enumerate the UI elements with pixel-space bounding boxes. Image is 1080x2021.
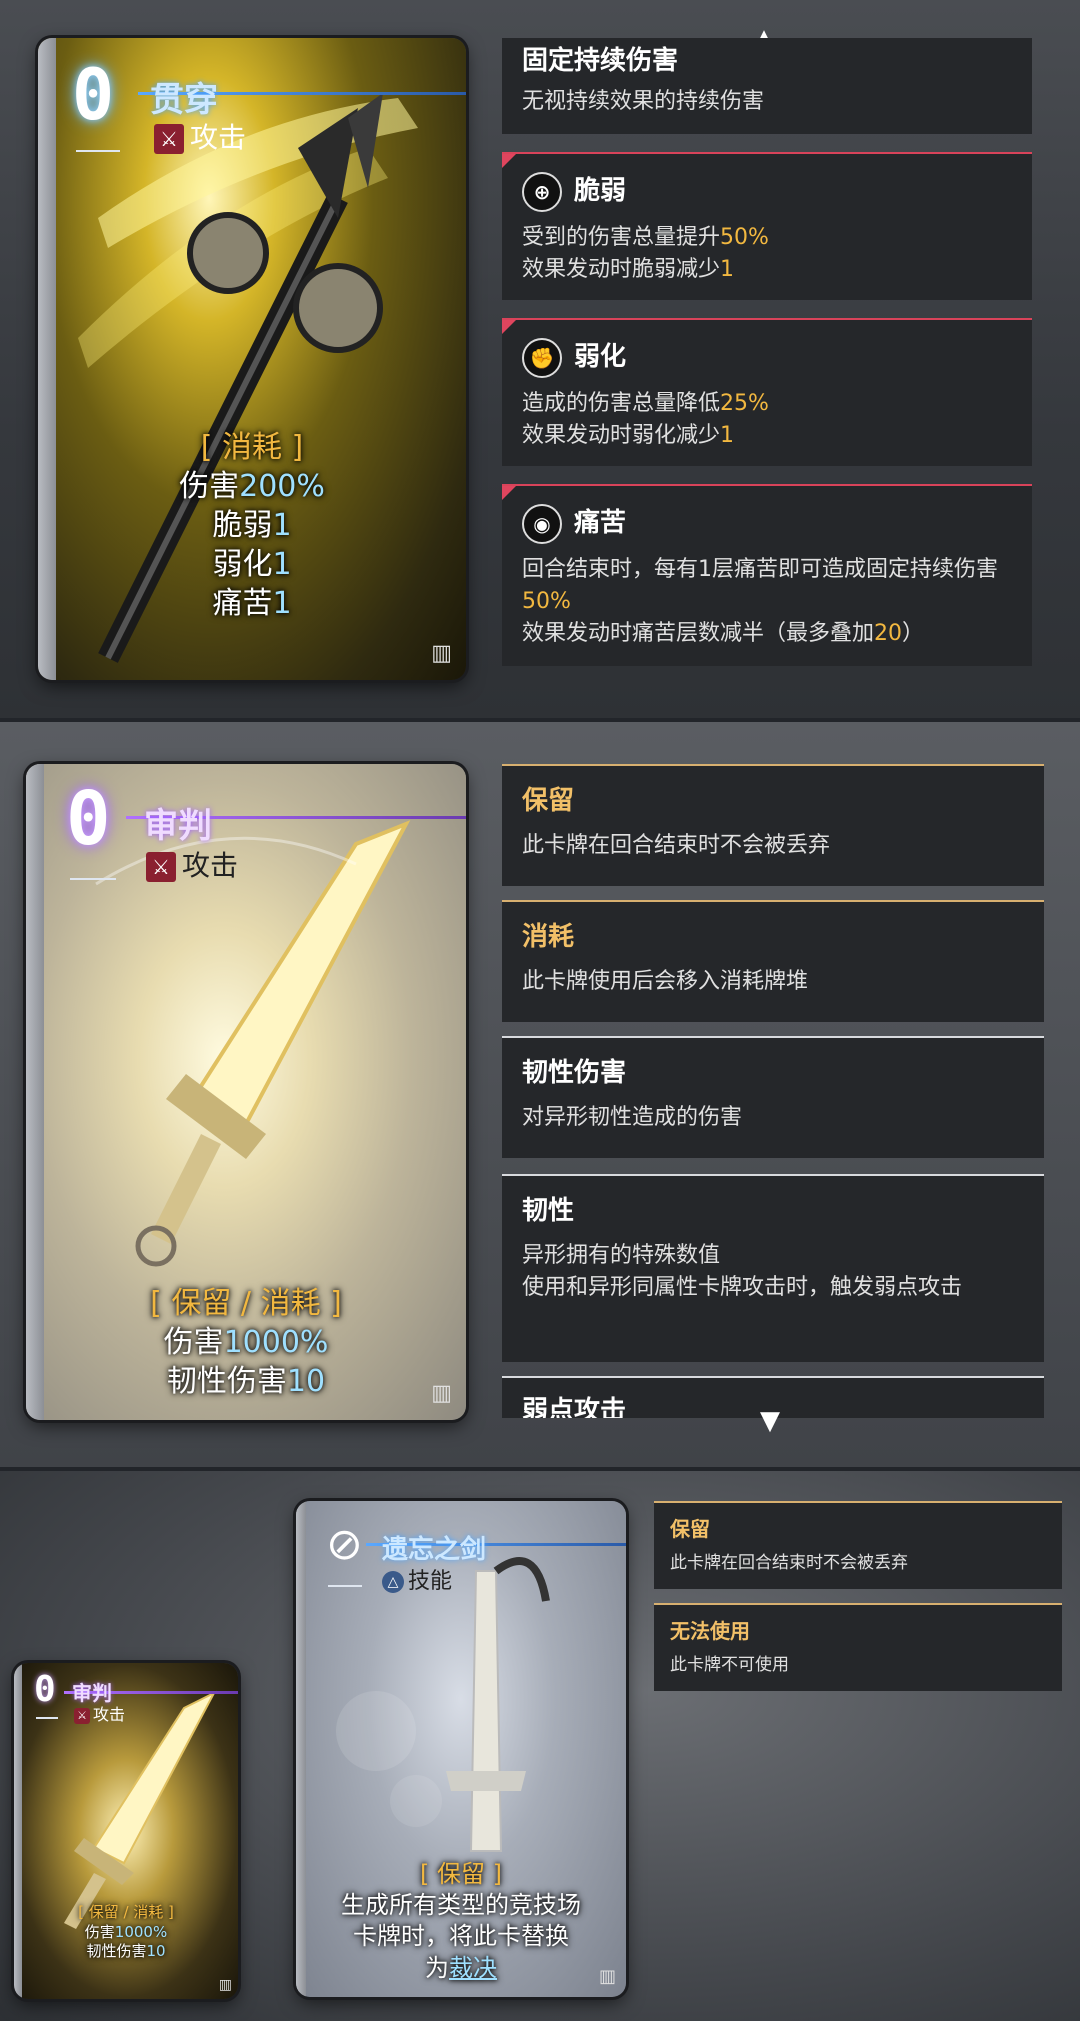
card-type: ⚔ 攻击 <box>74 1701 125 1725</box>
keyword-title: ⊕ 脆弱 <box>522 170 626 212</box>
keyword-fixed-dot: 固定持续伤害 无视持续效果的持续伤害 <box>502 38 1032 134</box>
card-type: △ 技能 <box>382 1563 452 1595</box>
colosseum-icon: ▥ <box>218 1977 232 1993</box>
keyword-desc: 此卡牌不可使用 <box>670 1655 789 1675</box>
keyword-desc: 无视持续效果的持续伤害 <box>522 89 765 114</box>
card-tag: [ 保留 / 消耗 ] <box>78 1903 174 1921</box>
card-cost: 0 <box>66 776 111 862</box>
card-type: ⚔ 攻击 <box>146 844 238 884</box>
card-text: [ 保留 / 消耗 ] 伤害1000% 韧性伤害10 <box>26 1284 466 1401</box>
keyword-title: 保留 <box>670 1517 710 1541</box>
cost-underline <box>70 878 116 880</box>
card-type-label: 攻击 <box>182 849 239 882</box>
card-line-3: 为裁决 <box>425 1953 497 1982</box>
card-text: [ 保留 / 消耗 ] 伤害1000% 韧性伤害10 <box>14 1903 238 1962</box>
card-line-weaken: 弱化1 <box>212 547 292 582</box>
keyword-title: 消耗 <box>522 922 575 952</box>
keyword-desc: 造成的伤害总量降低25% 效果发动时弱化减少1 <box>522 391 769 448</box>
card-line-1: 生成所有类型的竞技场 <box>341 1891 581 1920</box>
keyword-title: ◉ 痛苦 <box>522 502 626 544</box>
keyword-unplayable: 无法使用 此卡牌不可使用 <box>654 1603 1062 1691</box>
card-tag: [ 保留 / 消耗 ] <box>150 1286 342 1321</box>
keyword-retain: 保留 此卡牌在回合结束时不会被丢弃 <box>654 1501 1062 1589</box>
colosseum-icon: ▥ <box>598 1966 616 1987</box>
keyword-fragile: ⊕ 脆弱 受到的伤害总量提升50% 效果发动时脆弱减少1 <box>502 152 1032 300</box>
red-corner-marker <box>502 486 516 500</box>
card-line-damage: 伤害200% <box>179 469 325 504</box>
fist-icon: ✊ <box>522 337 562 378</box>
keyword-retain: 保留 此卡牌在回合结束时不会被丢弃 <box>502 764 1044 886</box>
section-judgment: 0 审判 ⚔ 攻击 [ 保留 / 消耗 ] 伤害1000% 韧性伤害10 ▥ 保留… <box>0 722 1080 1467</box>
card-text: [ 消耗 ] 伤害200% 脆弱1 弱化1 痛苦1 <box>38 428 466 623</box>
keyword-pain: ◉ 痛苦 回合结束时，每有1层痛苦即可造成固定持续伤害50% 效果发动时痛苦层数减… <box>502 484 1032 666</box>
keyword-desc: 对异形韧性造成的伤害 <box>522 1105 743 1130</box>
card-tag: [ 保留 ] <box>420 1860 502 1888</box>
colosseum-icon: ▥ <box>431 641 452 666</box>
card-line-damage: 伤害1000% <box>84 1922 168 1941</box>
keyword-title: 韧性伤害 <box>522 1058 627 1088</box>
keyword-desc: 异形拥有的特殊数值 使用和异形同属性卡牌攻击时，触发弱点攻击 <box>522 1243 963 1300</box>
card-name: 审判 <box>144 806 212 846</box>
card-forgotten-sword[interactable]: ⊘ 遗忘之剑 △ 技能 [ 保留 ] 生成所有类型的竞技场 卡牌时，将此卡替换 为… <box>296 1501 626 1997</box>
keyword-title: 韧性 <box>522 1196 575 1226</box>
card-type: ⚔ 攻击 <box>154 116 246 156</box>
keyword-exhaust: 消耗 此卡牌使用后会移入消耗牌堆 <box>502 900 1044 1022</box>
card-text: [ 保留 ] 生成所有类型的竞技场 卡牌时，将此卡替换 为裁决 <box>296 1859 626 1984</box>
attack-icon: ⚔ <box>146 852 176 882</box>
cost-underline <box>328 1585 362 1587</box>
keyword-desc: 此卡牌在回合结束时不会被丢弃 <box>670 1553 908 1573</box>
keyword-toughness-damage: 韧性伤害 对异形韧性造成的伤害 <box>502 1036 1044 1158</box>
keyword-title: 弱点攻击 <box>522 1396 627 1418</box>
card-type-label: 攻击 <box>93 1705 126 1724</box>
keyword-title: 固定持续伤害 <box>522 46 679 76</box>
section-forgotten-sword: 0 审判 ⚔ 攻击 [ 保留 / 消耗 ] 伤害1000% 韧性伤害10 ▥ ⊘ … <box>0 1471 1080 2021</box>
skill-icon: △ <box>382 1571 404 1593</box>
card-name: 遗忘之剑 <box>382 1535 487 1565</box>
target-icon: ⊕ <box>522 171 562 212</box>
cost-underline <box>76 150 120 152</box>
unplayable-cost-icon: ⊘ <box>326 1519 363 1570</box>
attack-icon: ⚔ <box>74 1707 90 1724</box>
keyword-toughness: 韧性 异形拥有的特殊数值 使用和异形同属性卡牌攻击时，触发弱点攻击 <box>502 1174 1044 1362</box>
cost-underline <box>36 1717 58 1719</box>
card-line-toughness-damage: 韧性伤害10 <box>166 1364 326 1399</box>
colosseum-icon: ▥ <box>431 1381 452 1406</box>
attack-icon: ⚔ <box>154 124 184 154</box>
card-judgment-small[interactable]: 0 审判 ⚔ 攻击 [ 保留 / 消耗 ] 伤害1000% 韧性伤害10 ▥ <box>14 1663 238 1999</box>
card-type-label: 攻击 <box>190 121 247 154</box>
card-judgment[interactable]: 0 审判 ⚔ 攻击 [ 保留 / 消耗 ] 伤害1000% 韧性伤害10 ▥ <box>26 764 466 1420</box>
keyword-desc: 受到的伤害总量提升50% 效果发动时脆弱减少1 <box>522 225 769 282</box>
card-line-fragile: 脆弱1 <box>212 508 292 543</box>
card-tag: [ 消耗 ] <box>200 430 304 465</box>
keyword-desc: 此卡牌在回合结束时不会被丢弃 <box>522 833 831 858</box>
red-corner-marker <box>502 320 516 334</box>
card-pierce[interactable]: 0 贯穿 ⚔ 攻击 [ 消耗 ] 伤害200% 脆弱1 弱化1 痛苦1 ▥ <box>38 38 466 680</box>
keyword-desc: 此卡牌使用后会移入消耗牌堆 <box>522 969 809 994</box>
keyword-title: 无法使用 <box>670 1619 750 1643</box>
card-cost: 0 <box>34 1669 56 1710</box>
keyword-title: ✊ 弱化 <box>522 336 626 378</box>
card-line-pain: 痛苦1 <box>212 586 292 621</box>
keyword-title: 保留 <box>522 786 575 816</box>
card-name: 贯穿 <box>150 80 218 120</box>
card-line-damage: 伤害1000% <box>163 1325 329 1360</box>
eye-icon: ◉ <box>522 503 562 544</box>
card-cost: 0 <box>72 54 115 136</box>
card-line-toughness-damage: 韧性伤害10 <box>86 1942 166 1960</box>
keyword-weaken: ✊ 弱化 造成的伤害总量降低25% 效果发动时弱化减少1 <box>502 318 1032 466</box>
verdict-link[interactable]: 裁决 <box>449 1954 497 1982</box>
red-corner-marker <box>502 154 516 168</box>
section-pierce: 0 贯穿 ⚔攻击 [ 消耗 ] 伤害200% 脆弱1 弱化1 痛苦1 ▥ ▲ 固… <box>0 0 1080 718</box>
keyword-desc: 回合结束时，每有1层痛苦即可造成固定持续伤害50% 效果发动时痛苦层数减半（最多… <box>522 557 998 646</box>
scroll-down-icon[interactable]: ▼ <box>760 1406 780 1436</box>
card-type-label: 技能 <box>408 1569 453 1594</box>
card-line-2: 卡牌时，将此卡替换 <box>353 1922 569 1951</box>
